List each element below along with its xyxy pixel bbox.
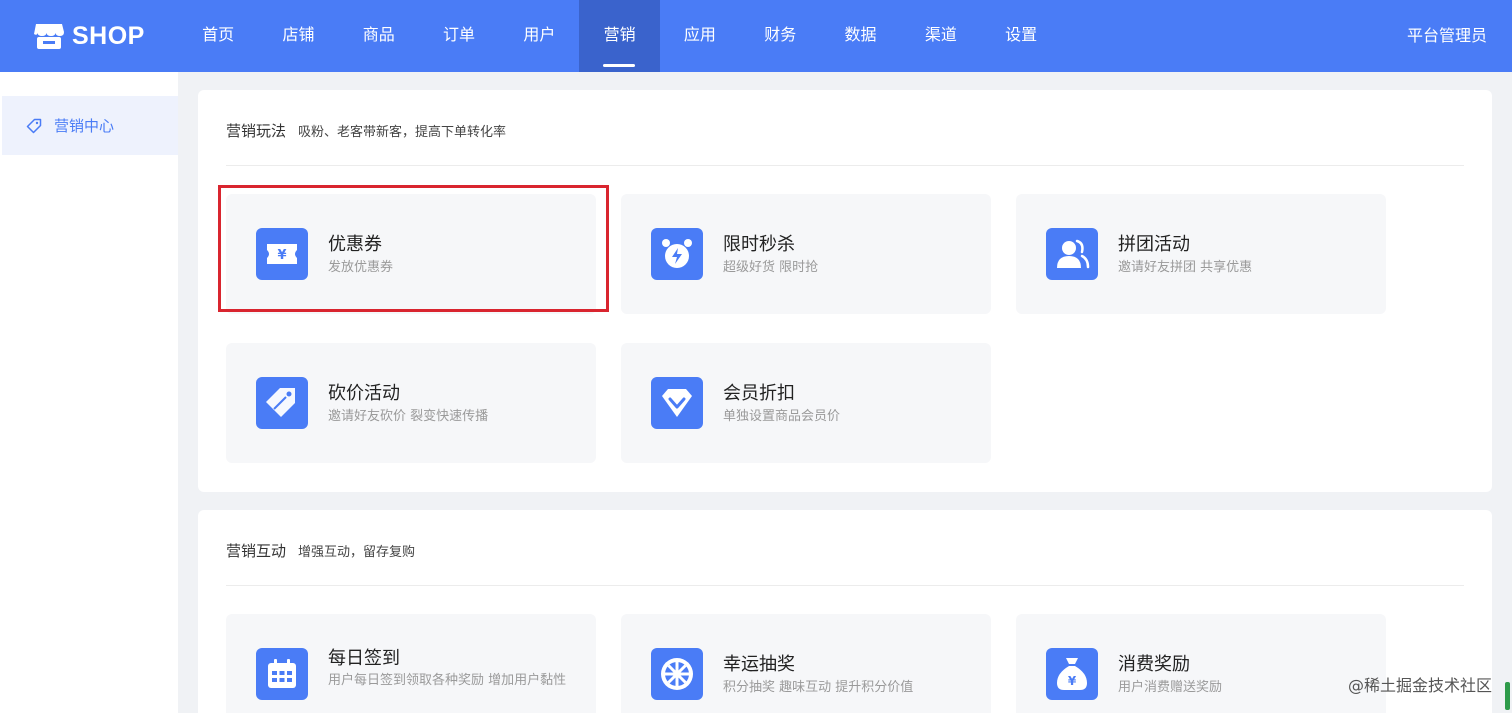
nav-item-users[interactable]: 用户 [499,0,579,72]
nav-item-channels[interactable]: 渠道 [901,0,981,72]
tile-member-discount[interactable]: 会员折扣 单独设置商品会员价 [621,343,991,463]
tile-title: 幸运抽奖 [723,654,795,675]
watermark: @稀土掘金技术社区 [1347,676,1492,695]
nav-item-orders[interactable]: 订单 [419,0,499,72]
tile-description: 发放优惠券 [328,260,394,275]
tile-title: 砍价活动 [328,383,400,404]
tile-coupon[interactable]: ¥ 优惠券 发放优惠券 [226,194,596,314]
divider [226,585,1464,586]
section-header: 营销玩法 吸粉、老客带新客，提高下单转化率 [226,120,506,141]
tile-description: 邀请好友砍价 裂变快速传播 [328,409,489,424]
nav-item-products[interactable]: 商品 [339,0,419,72]
divider [226,165,1464,166]
shop-logo-icon [34,24,64,49]
sidebar: 营销中心 [0,72,178,713]
tile-lucky-draw[interactable]: 幸运抽奖 积分抽奖 趣味互动 提升积分价值 [621,614,991,713]
section-header: 营销互动 增强互动，留存复购 [226,540,415,561]
section-subtitle: 吸粉、老客带新客，提高下单转化率 [298,125,507,140]
tile-flash-sale[interactable]: 限时秒杀 超级好货 限时抢 [621,194,991,314]
nav-item-apps[interactable]: 应用 [660,0,740,72]
sidebar-item-label: 营销中心 [54,117,115,135]
tile-title: 优惠券 [328,234,382,255]
marketing-interaction-section: 营销互动 增强互动，留存复购 每日签到 用户每日签到领取各种奖励 增加用户黏性 [198,510,1492,713]
alarm-clock-icon [651,228,703,280]
nav-item-finance[interactable]: 财务 [740,0,820,72]
money-bag-icon: ¥ [1046,648,1098,700]
tile-description: 积分抽奖 趣味互动 提升积分价值 [723,680,914,695]
tile-description: 单独设置商品会员价 [723,409,841,424]
calendar-icon [256,648,308,700]
tile-description: 用户消费赠送奖励 [1118,680,1223,695]
diamond-icon [651,377,703,429]
tile-title: 消费奖励 [1118,654,1190,675]
group-users-icon [1046,228,1098,280]
nav-item-marketing[interactable]: 营销 [579,0,660,72]
tile-daily-checkin[interactable]: 每日签到 用户每日签到领取各种奖励 增加用户黏性 [226,614,596,713]
nav-item-home[interactable]: 首页 [178,0,258,72]
user-menu[interactable]: 平台管理员 [1407,0,1487,72]
section-subtitle: 增强互动，留存复购 [298,545,416,560]
main-nav: 首页 店铺 商品 订单 用户 营销 应用 财务 数据 渠道 设置 [178,0,1061,72]
svg-text:¥: ¥ [1068,674,1077,688]
tile-description: 邀请好友拼团 共享优惠 [1118,260,1253,275]
svg-text:¥: ¥ [277,248,286,263]
logo[interactable]: SHOP [34,18,145,54]
prize-wheel-icon [651,648,703,700]
section-title: 营销玩法 [226,122,287,140]
sidebar-item-marketing-center[interactable]: 营销中心 [2,96,178,155]
tile-group-buy[interactable]: 拼团活动 邀请好友拼团 共享优惠 [1016,194,1386,314]
tag-icon [26,118,42,133]
nav-item-settings[interactable]: 设置 [981,0,1061,72]
marketing-tools-section: 营销玩法 吸粉、老客带新客，提高下单转化率 ¥ 优惠券 发放优惠券 限时秒杀 超… [198,90,1492,492]
tile-bargain[interactable]: 砍价活动 邀请好友砍价 裂变快速传播 [226,343,596,463]
tile-description: 超级好货 限时抢 [723,260,819,275]
tile-spending-reward[interactable]: ¥ 消费奖励 用户消费赠送奖励 [1016,614,1386,713]
tile-title: 每日签到 [328,648,400,669]
coupon-icon: ¥ [256,228,308,280]
tile-title: 限时秒杀 [723,234,795,255]
tile-description: 用户每日签到领取各种奖励 增加用户黏性 [328,673,567,688]
nav-item-data[interactable]: 数据 [820,0,900,72]
scroll-indicator[interactable] [1505,682,1510,710]
price-tag-icon [256,377,308,429]
top-navigation-bar: SHOP 首页 店铺 商品 订单 用户 营销 应用 财务 数据 渠道 设置 平台… [0,0,1512,72]
tile-title: 会员折扣 [723,383,795,404]
brand-name: SHOP [72,21,145,50]
nav-item-stores[interactable]: 店铺 [258,0,338,72]
tile-title: 拼团活动 [1118,234,1190,255]
section-title: 营销互动 [226,542,287,560]
